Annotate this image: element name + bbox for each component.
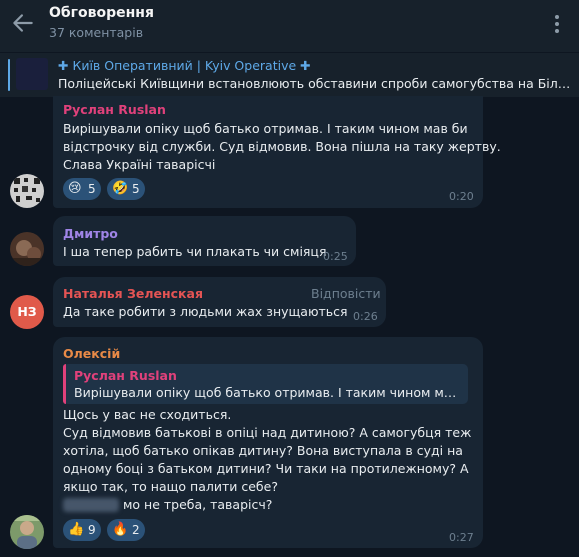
message-author[interactable]: Олексій — [63, 346, 120, 361]
pinned-channel-title: ✚ Київ Оперативний | Kyiv Operative ✚ — [58, 58, 311, 73]
message-text-line: якщо так, то нащо палити себе? — [63, 479, 278, 494]
crying-face-icon: 😢 — [68, 181, 82, 196]
message-text: Да таке робити з людьми жах знущаються — [63, 304, 348, 319]
hidden-spoiler-text[interactable] — [63, 498, 119, 512]
avatar-dmytro[interactable] — [10, 232, 44, 266]
message-time: 0:26 — [353, 310, 378, 323]
more-options-icon[interactable] — [549, 12, 565, 36]
message-text: І ша тепер рабить чи плакать чи сміяця — [63, 244, 327, 259]
top-bar: Обговорення 37 коментарів — [0, 0, 579, 52]
reaction-fire[interactable]: 🔥 2 — [107, 519, 145, 541]
message-text-line: Слава Україні таварісчі — [63, 157, 216, 172]
pinned-accent-bar — [8, 59, 10, 91]
reaction-thumbs-up[interactable]: 👍 9 — [63, 519, 101, 541]
message-text-line: хотіла, щоб батько опікав дитину? Вона в… — [63, 443, 463, 458]
message-text-line: Щось у вас не сходиться. — [63, 407, 232, 422]
message-text-line: одному боці з батьком дитини? Чи таки на… — [63, 461, 469, 476]
thumbs-up-icon: 👍 — [68, 522, 85, 537]
message-time: 0:25 — [323, 250, 348, 263]
message-author[interactable]: Наталья Зеленская — [63, 286, 203, 301]
message-text-line: відстрочку від служби. Суд відмовив. Вон… — [63, 139, 501, 154]
quote-author: Руслан Ruslan — [74, 368, 177, 383]
reply-quote[interactable]: Руслан Ruslan Вирішували опіку щоб батьк… — [63, 364, 468, 404]
pinned-post[interactable]: ✚ Київ Оперативний | Kyiv Operative ✚ По… — [0, 52, 579, 97]
avatar-oleksii[interactable] — [10, 515, 44, 549]
page-title: Обговорення — [49, 5, 154, 21]
reaction-crying[interactable]: 😢 5 — [63, 178, 101, 200]
avatar-initials: НЗ — [17, 304, 37, 319]
message-text-line: мо не треба, таварісч? — [123, 497, 273, 512]
message-time: 0:20 — [449, 190, 474, 203]
quote-text: Вирішували опіку щоб батько отримав. І т… — [74, 385, 462, 400]
message-text-line: Вирішували опіку щоб батько отримав. І т… — [63, 121, 468, 136]
avatar-ruslan[interactable] — [10, 174, 44, 208]
message-text-line: Суд відмовив батькові в опіці над дитино… — [63, 425, 472, 440]
reply-button[interactable]: Відповісти — [311, 286, 381, 301]
message-time: 0:27 — [449, 531, 474, 544]
comment-count: 37 коментарів — [49, 25, 144, 40]
avatar-natalia[interactable]: НЗ — [10, 295, 44, 329]
pinned-post-text: Поліцейські Київщини встановлюють обстав… — [58, 76, 574, 91]
fire-icon: 🔥 — [112, 522, 129, 537]
message-author[interactable]: Дмитро — [63, 226, 118, 241]
back-arrow-icon[interactable] — [10, 10, 36, 36]
reaction-count: 9 — [88, 523, 96, 537]
message-bubble-ruslan[interactable]: Руслан Ruslan Вирішували опіку щоб батьк… — [53, 96, 501, 208]
reaction-laughing[interactable]: 🤣 5 — [107, 178, 145, 200]
reaction-count: 5 — [88, 182, 96, 196]
reaction-count: 2 — [132, 523, 140, 537]
message-author[interactable]: Руслан Ruslan — [63, 102, 166, 117]
message-bubble-dmytro[interactable]: Дмитро І ша тепер рабить чи плакать чи с… — [53, 216, 356, 266]
message-bubble-natalia[interactable]: Наталья Зеленская Відповісти Да таке роб… — [53, 277, 386, 327]
pinned-thumbnail — [16, 58, 48, 90]
rofl-face-icon: 🤣 — [112, 181, 129, 196]
reaction-count: 5 — [132, 182, 140, 196]
quote-accent-bar — [63, 364, 66, 404]
